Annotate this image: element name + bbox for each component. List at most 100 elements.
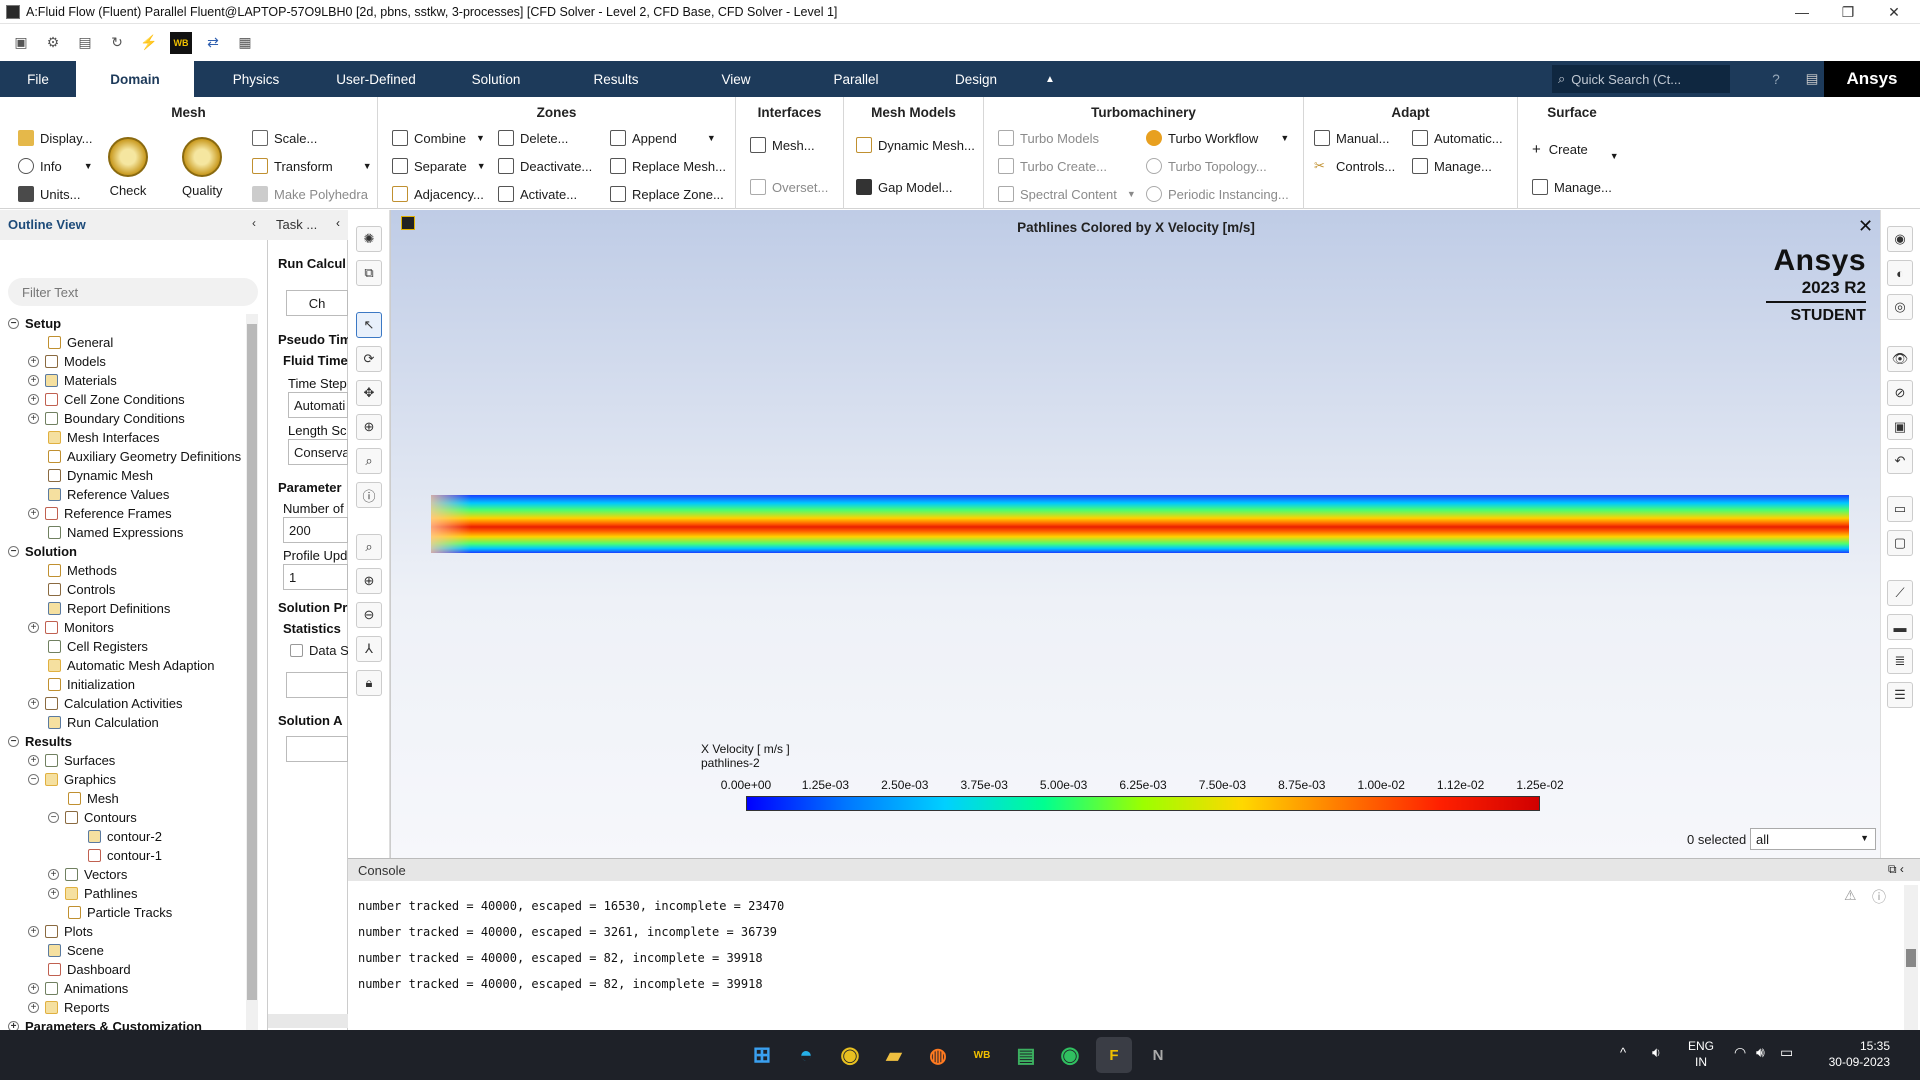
outline-item[interactable]: General: [48, 333, 113, 352]
speaker-icon[interactable]: 🔊︎: [1756, 1044, 1765, 1061]
scale-button[interactable]: Scale...: [252, 130, 317, 146]
outline-item[interactable]: contour-1: [88, 846, 162, 865]
hpc-icon[interactable]: ▦: [234, 32, 256, 54]
expand-icon[interactable]: +: [28, 413, 39, 424]
append-button[interactable]: Append ▼: [610, 130, 716, 146]
pan-icon[interactable]: ✥: [356, 380, 382, 406]
outline-item[interactable]: Methods: [48, 561, 117, 580]
expand-icon[interactable]: +: [28, 508, 39, 519]
expand-icon[interactable]: +: [28, 394, 39, 405]
display-button[interactable]: Display...: [18, 130, 93, 146]
scrollbar-thumb[interactable]: [247, 324, 257, 1000]
outline-item[interactable]: − Contours: [48, 808, 137, 827]
adapt-manage-button[interactable]: Manage...: [1412, 158, 1492, 174]
ansys-logo-icon[interactable]: ✺: [356, 226, 382, 252]
outline-item[interactable]: + Surfaces: [28, 751, 115, 770]
length-scale-select[interactable]: Conserva: [288, 439, 348, 465]
camera-icon[interactable]: ▢: [1887, 530, 1913, 556]
workbench-icon[interactable]: WB: [170, 31, 192, 54]
expand-icon[interactable]: +: [28, 356, 39, 367]
data-sampling-checkbox[interactable]: Data S: [290, 643, 349, 658]
help-icon[interactable]: ?: [1764, 61, 1788, 97]
volume-icon[interactable]: 🔉︎: [1652, 1044, 1661, 1061]
outline-item[interactable]: Report Definitions: [48, 599, 170, 618]
view-front-icon[interactable]: ◐: [1887, 260, 1913, 286]
outline-item[interactable]: Scene: [48, 941, 104, 960]
profile-update-input[interactable]: 1: [283, 564, 348, 590]
turbo-create-button[interactable]: Turbo Create...: [998, 158, 1107, 174]
deactivate-button[interactable]: Deactivate...: [498, 158, 592, 174]
clock[interactable]: 15:35 30-09-2023: [1820, 1038, 1890, 1070]
tab-user-defined[interactable]: User-Defined: [320, 61, 432, 97]
minimize-button[interactable]: —: [1780, 0, 1824, 24]
console-menu-icon[interactable]: ⧉ ‹: [1888, 862, 1904, 877]
zoom-region-icon[interactable]: ⊕: [356, 414, 382, 440]
adapt-controls-button[interactable]: ✂ Controls...: [1314, 158, 1395, 174]
outline-item[interactable]: + Plots: [28, 922, 93, 941]
overset-button[interactable]: Overset...: [750, 179, 828, 195]
adapt-automatic-button[interactable]: Automatic...: [1412, 130, 1503, 146]
fluent-taskbar-icon[interactable]: F: [1096, 1037, 1132, 1073]
delete-button[interactable]: Delete...: [498, 130, 568, 146]
probe-info-icon[interactable]: ⓘ: [356, 482, 382, 508]
collapse-icon[interactable]: −: [8, 318, 19, 329]
layout-panel-icon[interactable]: ▭: [1887, 496, 1913, 522]
tab-view[interactable]: View: [688, 61, 784, 97]
expand-icon[interactable]: +: [28, 1002, 39, 1013]
collapse-panel-icon[interactable]: ‹: [252, 216, 256, 230]
close-graphics-icon[interactable]: ✕: [1858, 216, 1873, 237]
quick-search-input[interactable]: ⌕ Quick Search (Ct...: [1552, 65, 1730, 93]
outline-item[interactable]: − Graphics: [28, 770, 116, 789]
tab-parallel[interactable]: Parallel: [808, 61, 904, 97]
outline-item[interactable]: Auxiliary Geometry Definitions: [48, 447, 241, 466]
undo-view-icon[interactable]: ↶: [1887, 448, 1913, 474]
scrollbar-thumb[interactable]: [1906, 949, 1916, 967]
view-top-icon[interactable]: ◉: [1887, 226, 1913, 252]
surface-create-button[interactable]: + Create ▼: [1532, 137, 1619, 162]
layout-icon[interactable]: ▤: [1800, 61, 1824, 97]
interfaces-mesh-button[interactable]: Mesh...: [750, 137, 815, 153]
notion-icon[interactable]: N: [1140, 1037, 1176, 1073]
outline-item[interactable]: Controls: [48, 580, 115, 599]
activate-button[interactable]: Activate...: [498, 186, 577, 202]
adjacency-button[interactable]: Adjacency...: [392, 186, 484, 202]
check-button[interactable]: Check: [108, 137, 148, 198]
outline-item[interactable]: Dynamic Mesh: [48, 466, 153, 485]
workbench-taskbar-icon[interactable]: WB: [964, 1037, 1000, 1073]
save-picture-icon[interactable]: ▣: [1887, 414, 1913, 440]
axes-icon[interactable]: ⅄: [356, 636, 382, 662]
outline-item[interactable]: + Reports: [28, 998, 110, 1017]
refresh-icon[interactable]: ↻: [106, 32, 128, 54]
check-case-button[interactable]: Ch: [286, 290, 348, 316]
expand-icon[interactable]: +: [28, 698, 39, 709]
replace-mesh-button[interactable]: Replace Mesh...: [610, 158, 726, 174]
outline-item[interactable]: + Models: [28, 352, 106, 371]
dynamic-mesh-button[interactable]: Dynamic Mesh...: [856, 137, 975, 153]
selection-filter-select[interactable]: all ▼: [1750, 828, 1876, 850]
info-button[interactable]: Info ▼: [18, 158, 93, 174]
num-iterations-input[interactable]: 200: [283, 517, 348, 543]
outline-item[interactable]: − Results: [8, 732, 72, 751]
outline-item[interactable]: + Pathlines: [48, 884, 137, 903]
outline-item[interactable]: Automatic Mesh Adaption: [48, 656, 214, 675]
lightning-icon[interactable]: ⚡: [138, 32, 160, 54]
task-hscrollbar[interactable]: [268, 1014, 348, 1028]
turbo-topology-button[interactable]: Turbo Topology...: [1146, 158, 1267, 174]
chrome-icon[interactable]: ◉: [832, 1037, 868, 1073]
outline-item[interactable]: + Calculation Activities: [28, 694, 183, 713]
outline-item[interactable]: + Vectors: [48, 865, 127, 884]
expand-icon[interactable]: +: [28, 983, 39, 994]
tab-file[interactable]: File: [0, 61, 76, 97]
view-iso-icon[interactable]: ◎: [1887, 294, 1913, 320]
gap-model-button[interactable]: Gap Model...: [856, 179, 952, 195]
tab-solution[interactable]: Solution: [448, 61, 544, 97]
start-icon[interactable]: ⊞: [744, 1037, 780, 1073]
firefox-icon[interactable]: ◍: [920, 1037, 956, 1073]
settings-icon[interactable]: ⚙: [42, 32, 64, 54]
collapse-icon[interactable]: −: [8, 546, 19, 557]
parallel-icon[interactable]: ⇄: [202, 32, 224, 54]
spreadsheet-icon[interactable]: ▤: [1008, 1037, 1044, 1073]
tab-results[interactable]: Results: [568, 61, 664, 97]
report-icon[interactable]: ≣: [1887, 648, 1913, 674]
zoom-in-icon[interactable]: ⊕: [356, 568, 382, 594]
